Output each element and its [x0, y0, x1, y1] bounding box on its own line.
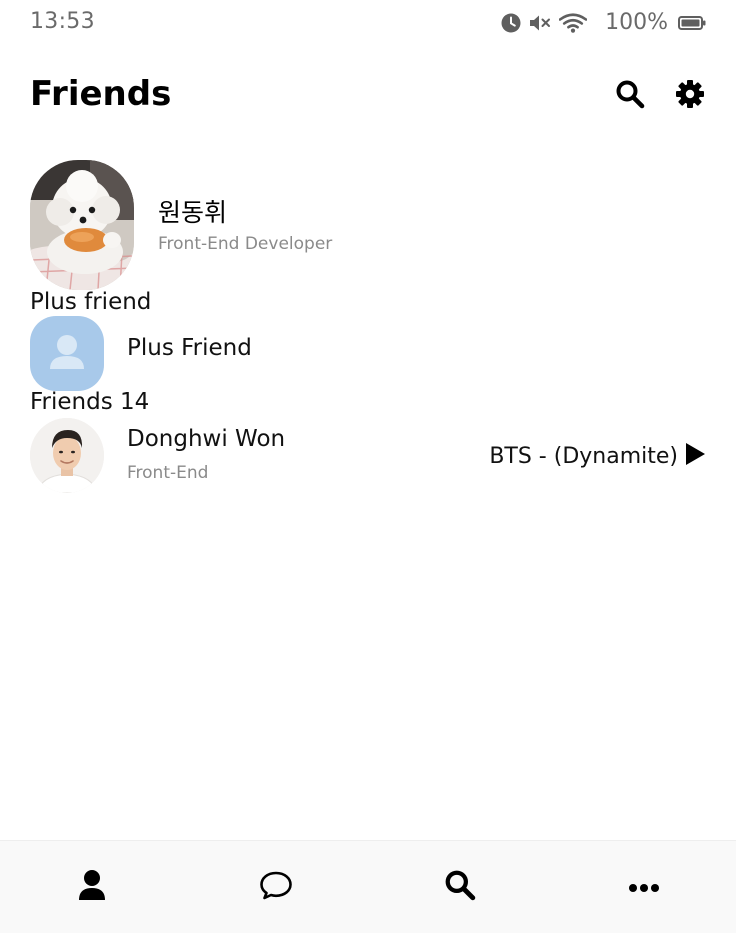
friend-music[interactable]: BTS - (Dynamite) — [489, 442, 706, 470]
status-time: 13:53 — [30, 9, 95, 34]
my-name: 원동휘 — [158, 198, 228, 227]
friend-row[interactable]: Donghwi Won Front-End BTS - (Dynamite) — [30, 418, 706, 493]
default-person-icon — [50, 335, 84, 369]
chat-icon — [259, 870, 293, 904]
nav-more[interactable] — [552, 841, 736, 933]
friend-name: Donghwi Won — [127, 426, 286, 452]
nav-chats[interactable] — [184, 841, 368, 933]
more-icon — [628, 878, 660, 897]
friend-status-message: Front-End — [127, 463, 209, 483]
plus-friend-row[interactable]: Plus Friend — [30, 316, 706, 391]
wifi-icon — [559, 12, 588, 33]
my-status-message: Front-End Developer — [158, 234, 333, 254]
search-icon — [615, 79, 645, 113]
gear-icon — [675, 79, 705, 113]
friend-avatar — [30, 418, 104, 493]
header-actions — [614, 80, 706, 112]
plus-friend-avatar — [30, 316, 104, 391]
nav-search[interactable] — [368, 841, 552, 933]
search-icon — [444, 869, 476, 905]
mute-icon — [529, 13, 551, 33]
section-label-friends: Friends 14 — [30, 389, 150, 415]
music-title: BTS - (Dynamite) — [489, 443, 678, 469]
battery-percent: 100% — [605, 10, 668, 35]
portrait-photo — [30, 418, 104, 493]
status-icons: 100% — [501, 10, 706, 35]
play-icon — [684, 442, 706, 470]
settings-button[interactable] — [674, 80, 706, 112]
section-label-plus-friend: Plus friend — [30, 289, 152, 315]
plus-friend-name: Plus Friend — [127, 335, 252, 361]
header: Friends — [30, 72, 706, 124]
bottom-nav — [0, 840, 736, 933]
person-icon — [77, 869, 107, 905]
puppy-photo — [30, 160, 134, 290]
battery-icon — [678, 15, 706, 31]
status-bar: 13:53 100% — [0, 0, 736, 46]
search-button[interactable] — [614, 80, 646, 112]
alarm-icon — [501, 13, 521, 33]
nav-friends[interactable] — [0, 841, 184, 933]
my-profile[interactable]: 원동휘 Front-End Developer — [30, 160, 706, 290]
my-avatar — [30, 160, 134, 290]
page-title: Friends — [30, 74, 172, 114]
